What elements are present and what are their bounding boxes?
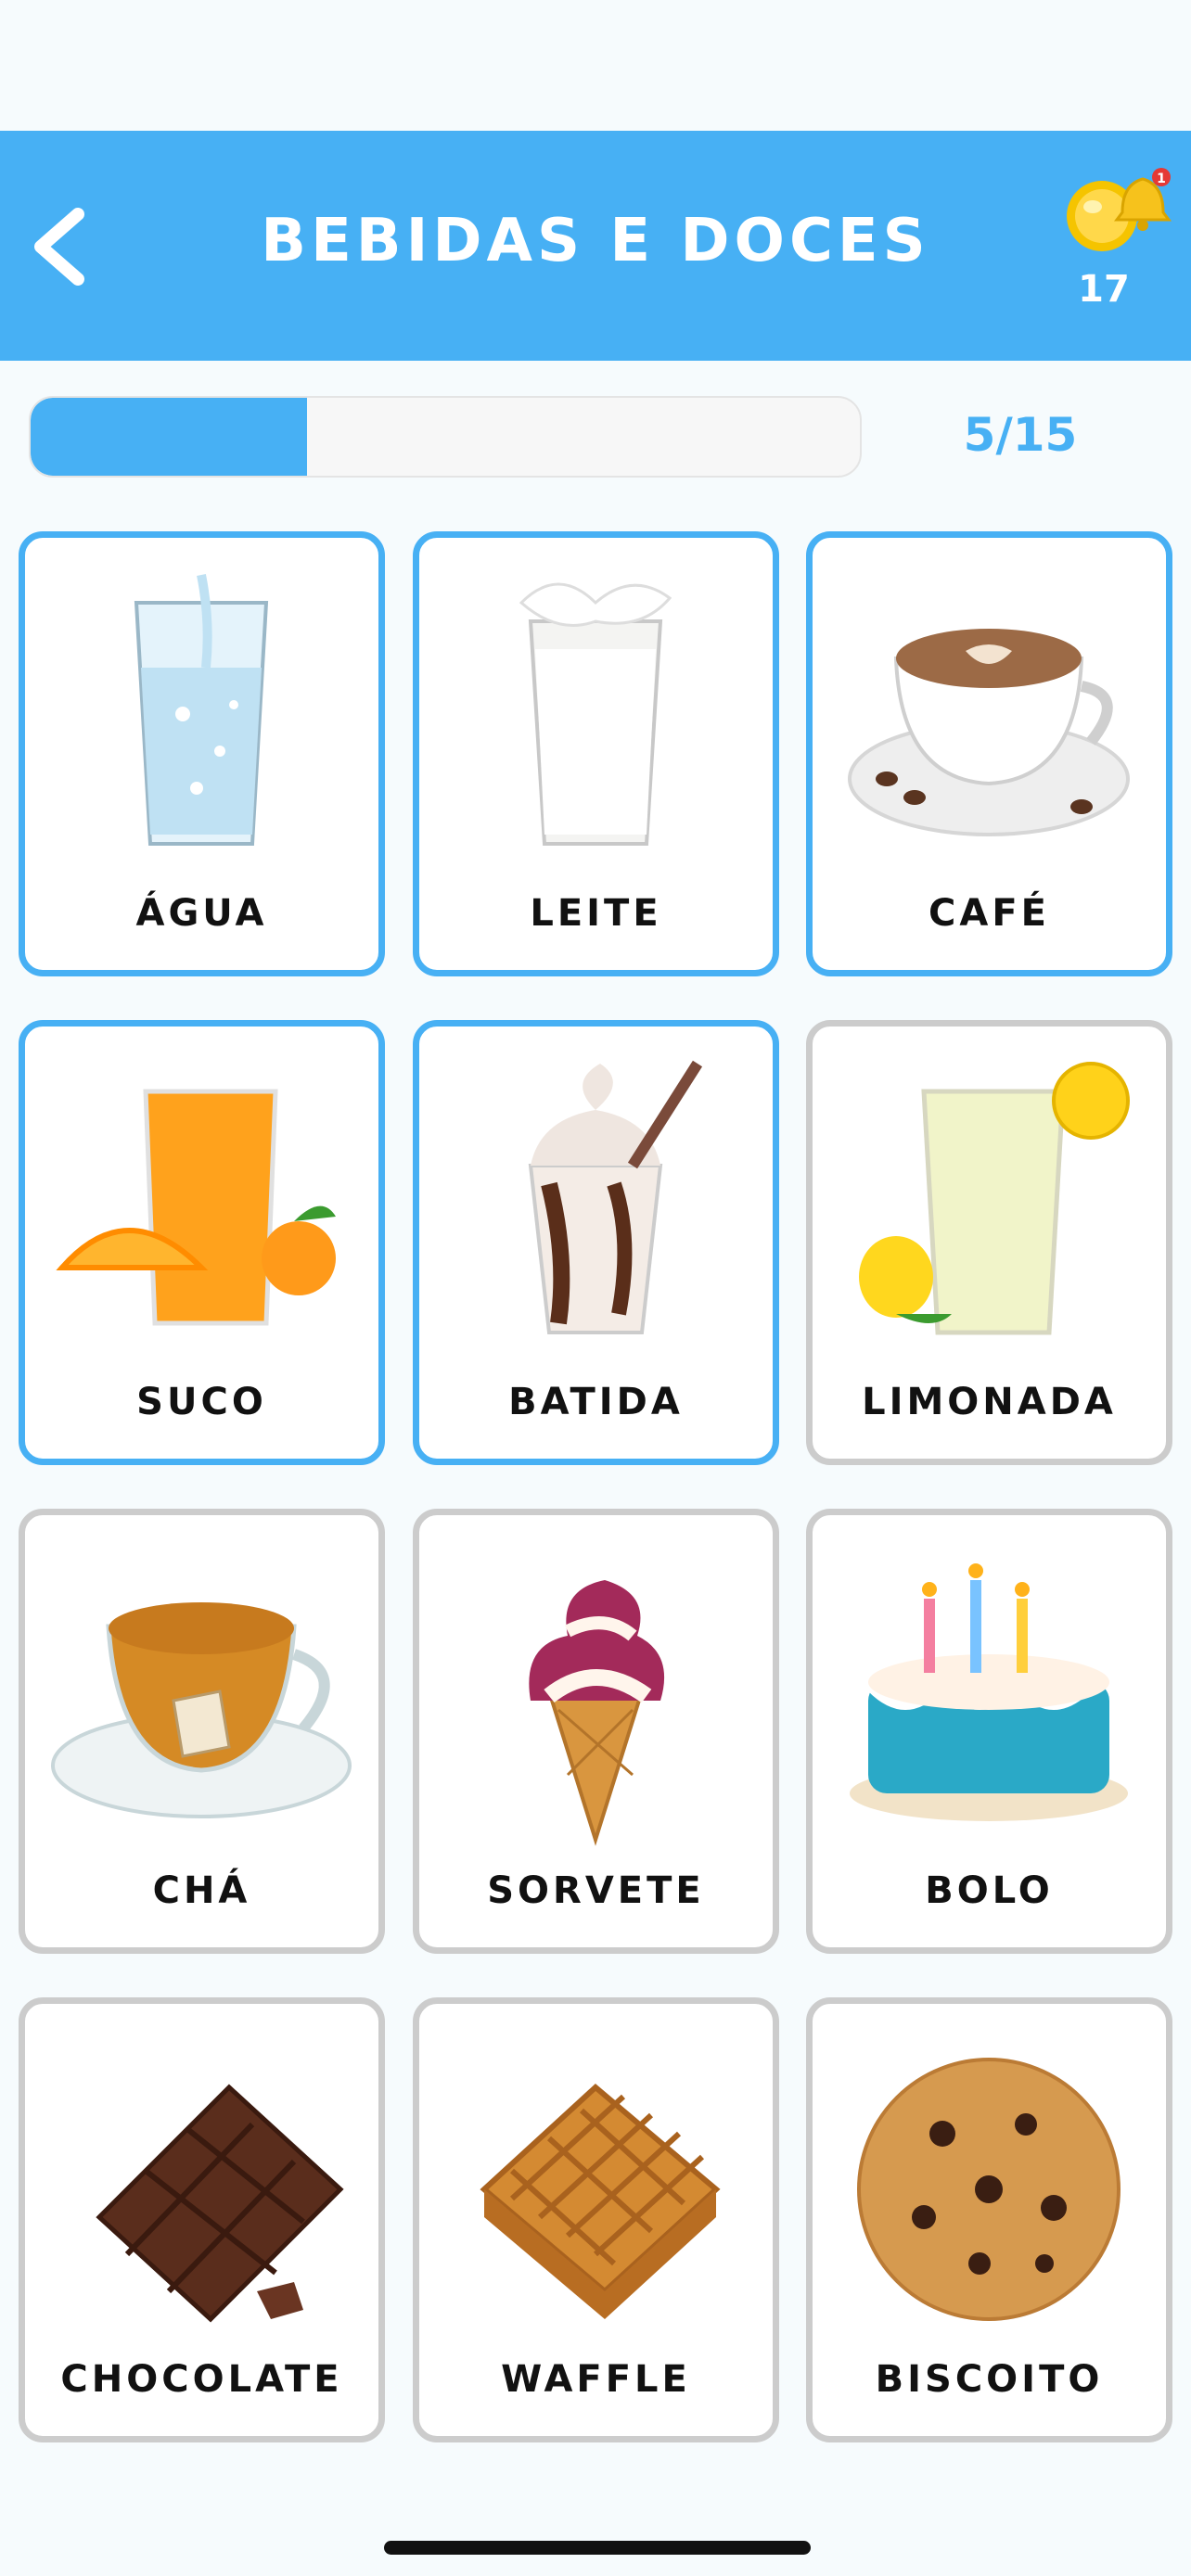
item-card[interactable]: SUCO <box>19 1020 385 1465</box>
item-label: CAFÉ <box>928 892 1050 935</box>
item-label: CHÁ <box>152 1869 251 1912</box>
item-label: LEITE <box>530 892 662 935</box>
item-label: BOLO <box>925 1869 1054 1912</box>
coin-count: 17 <box>1078 268 1130 311</box>
coin-icon: 1 <box>1067 168 1172 251</box>
home-indicator <box>384 2541 811 2555</box>
item-label: WAFFLE <box>501 2358 691 2401</box>
item-card[interactable]: BOLO <box>806 1509 1172 1954</box>
tea-cup-icon <box>51 1602 352 1818</box>
item-label: BATIDA <box>508 1381 684 1423</box>
coin-counter[interactable]: 1 17 <box>1057 159 1178 344</box>
item-label: SUCO <box>136 1381 267 1423</box>
item-label: ÁGUA <box>135 892 268 935</box>
orange-juice-icon <box>56 1089 336 1326</box>
item-card[interactable]: CHOCOLATE <box>19 1997 385 2442</box>
progress-fill <box>31 398 307 476</box>
item-card[interactable]: LEITE <box>413 531 779 976</box>
item-card[interactable]: SORVETE <box>413 1509 779 1954</box>
notification-badge: 1 <box>1157 172 1166 186</box>
coffee-cup-icon <box>848 629 1130 836</box>
item-label: SORVETE <box>487 1869 705 1912</box>
item-card[interactable]: CAFÉ <box>806 531 1172 976</box>
cookie-icon <box>857 2058 1121 2321</box>
item-card[interactable]: BISCOITO <box>806 1997 1172 2442</box>
item-card[interactable]: LIMONADA <box>806 1020 1172 1465</box>
item-card[interactable]: CHÁ <box>19 1509 385 1954</box>
page-title: BEBIDAS E DOCES <box>261 207 930 275</box>
milk-glass-icon <box>519 582 672 846</box>
milkshake-icon <box>528 1060 703 1334</box>
water-glass-icon <box>134 574 269 846</box>
lemonade-icon <box>859 1062 1130 1335</box>
progress-bar <box>29 396 862 478</box>
item-label: LIMONADA <box>862 1381 1117 1423</box>
item-label: CHOCOLATE <box>60 2358 343 2401</box>
chocolate-bar-icon <box>96 2084 344 2323</box>
ice-cream-cone-icon <box>529 1580 665 1846</box>
item-label: BISCOITO <box>875 2358 1104 2401</box>
birthday-cake-icon <box>850 1563 1128 1821</box>
item-card[interactable]: WAFFLE <box>413 1997 779 2442</box>
progress-label: 5/15 <box>963 408 1078 462</box>
waffle-icon <box>480 2084 721 2319</box>
item-card[interactable]: BATIDA <box>413 1020 779 1465</box>
item-card[interactable]: ÁGUA <box>19 531 385 976</box>
top-bar: BEBIDAS E DOCES 1 17 <box>0 131 1191 361</box>
